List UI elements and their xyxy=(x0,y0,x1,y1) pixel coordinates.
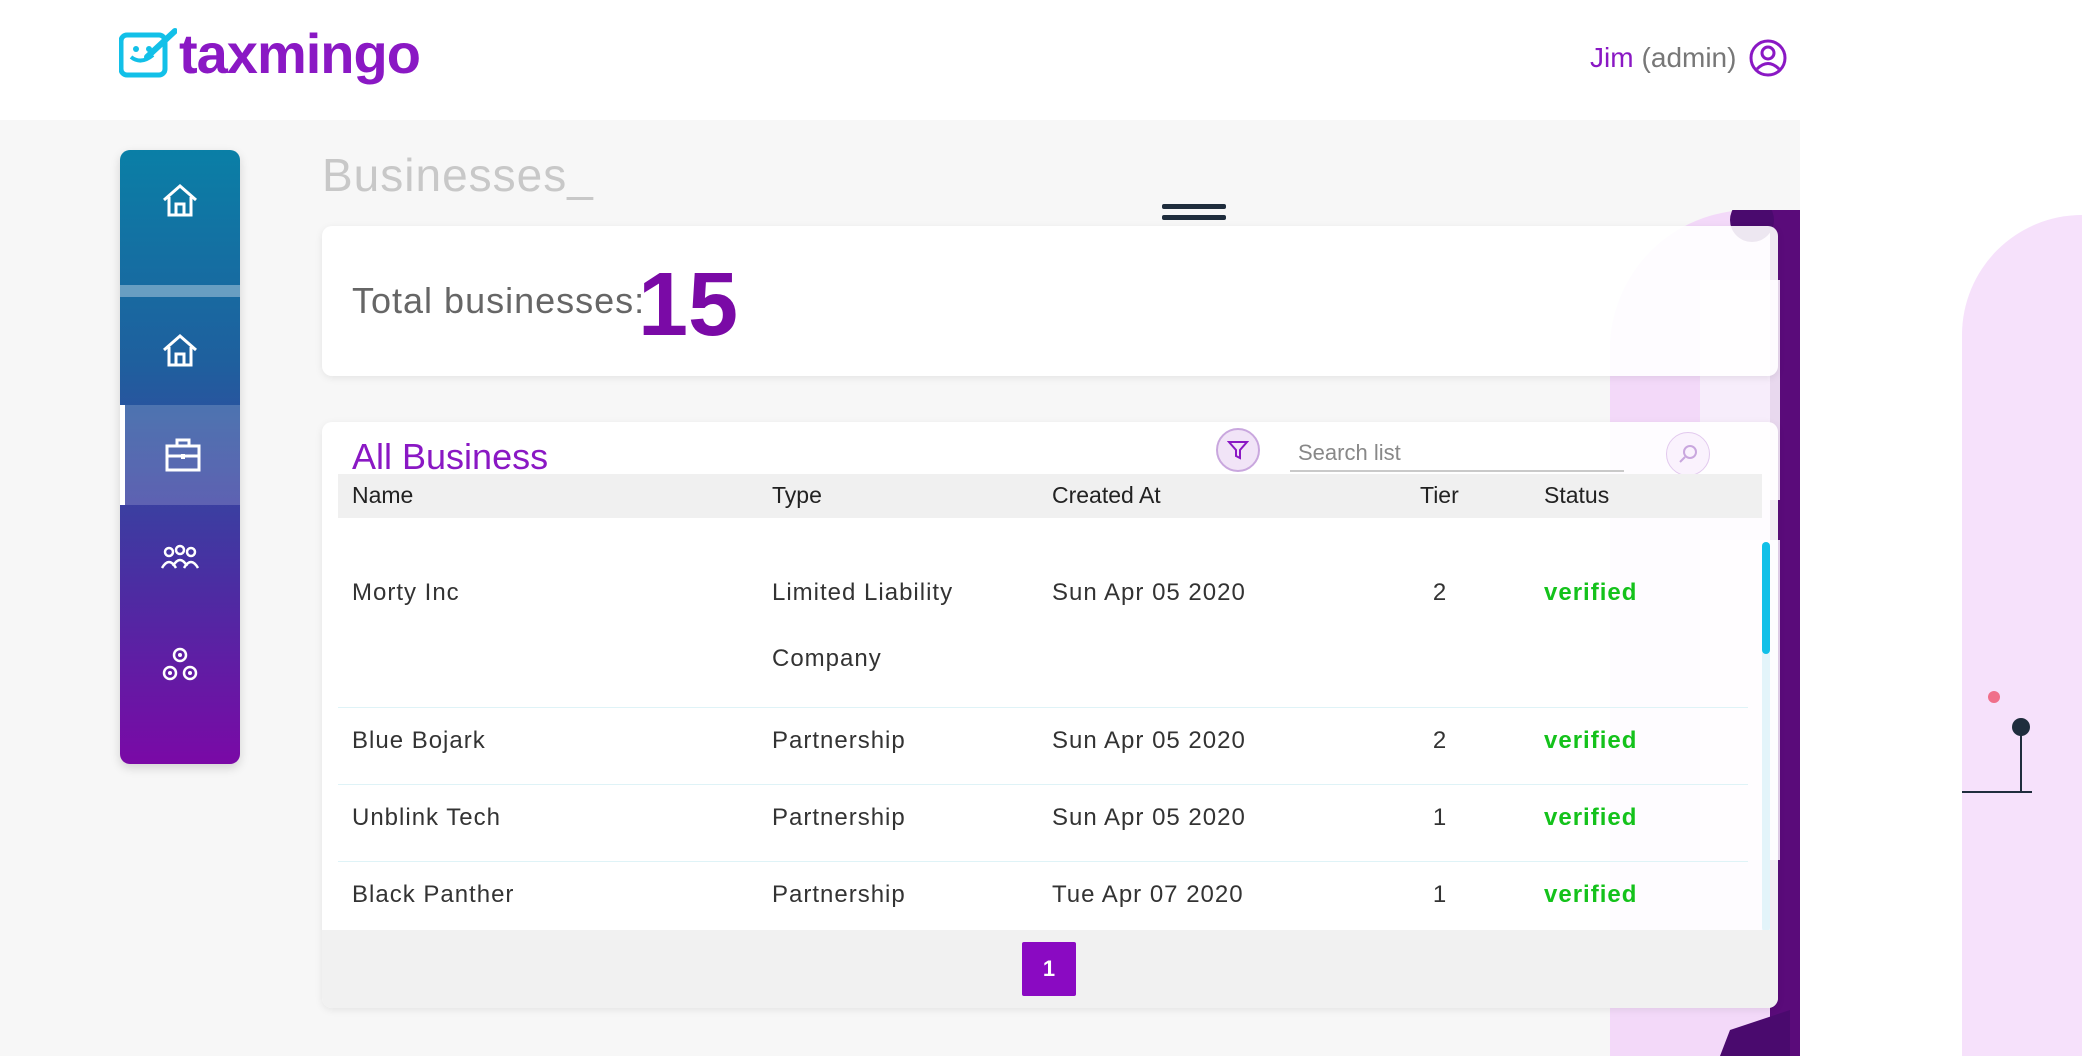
cell-type-continued: Company xyxy=(772,645,882,672)
status-badge: verified xyxy=(1544,804,1638,831)
cell-type: Partnership xyxy=(772,804,906,831)
table-header: Name Type Created At Tier Status xyxy=(338,474,1762,518)
page-title: Businesses_ xyxy=(322,149,594,201)
cell-name: Blue Bojark xyxy=(352,727,486,754)
column-name[interactable]: Name xyxy=(352,482,413,509)
table-row[interactable]: Unblink Tech Partnership Sun Apr 05 2020… xyxy=(338,785,1748,862)
status-badge: verified xyxy=(1544,881,1638,908)
column-created-at[interactable]: Created At xyxy=(1052,482,1161,509)
cell-name: Morty Inc xyxy=(352,579,460,606)
filter-button[interactable] xyxy=(1216,428,1260,472)
sidebar-item-home-2[interactable] xyxy=(120,300,240,400)
cell-name: Black Panther xyxy=(352,881,515,908)
cell-type: Partnership xyxy=(772,881,906,908)
cell-created-at: Sun Apr 05 2020 xyxy=(1052,579,1246,606)
search-button[interactable] xyxy=(1666,432,1710,476)
cell-created-at: Tue Apr 07 2020 xyxy=(1052,881,1244,908)
page-button-current[interactable]: 1 xyxy=(1022,942,1076,996)
top-header: taxmingo Jim (admin) xyxy=(0,0,2082,120)
plant-seed xyxy=(1988,691,2000,703)
sidebar-item-businesses[interactable] xyxy=(120,405,240,505)
logo-text: taxmingo xyxy=(179,22,421,85)
total-label: Total businesses: xyxy=(352,280,646,321)
column-tier[interactable]: Tier xyxy=(1420,482,1459,509)
home-icon xyxy=(163,334,197,367)
sidebar-divider xyxy=(120,285,240,297)
search-icon xyxy=(1679,445,1697,463)
column-type[interactable]: Type xyxy=(772,482,822,509)
sidebar-item-settings[interactable] xyxy=(120,615,240,715)
sidebar-nav xyxy=(120,150,240,764)
users-icon xyxy=(160,544,200,569)
briefcase-icon xyxy=(165,438,200,472)
cell-name: Unblink Tech xyxy=(352,804,501,831)
column-status[interactable]: Status xyxy=(1544,482,1609,509)
sidebar-item-home[interactable] xyxy=(120,150,240,250)
status-badge: verified xyxy=(1544,727,1638,754)
user-role: (admin) xyxy=(1641,42,1737,73)
table-body: Morty Inc Limited Liability Company Sun … xyxy=(338,518,1762,928)
list-scrollbar[interactable] xyxy=(1762,542,1770,932)
user-avatar-icon[interactable] xyxy=(1748,38,1788,78)
taxmingo-logo[interactable]: taxmingo xyxy=(118,22,421,85)
table-row[interactable]: Blue Bojark Partnership Sun Apr 05 2020 … xyxy=(338,708,1748,785)
logo-check-icon xyxy=(118,27,178,81)
total-count: 15 xyxy=(638,255,739,355)
pagination: 1 xyxy=(322,930,1778,1008)
total-businesses-card: Total businesses: 15 xyxy=(322,226,1778,376)
plant-flower xyxy=(2012,718,2030,736)
hamburger-icon[interactable] xyxy=(1162,204,1226,226)
list-title: All Business xyxy=(352,436,549,477)
business-list-card: All Business Name Type Created At Tier S… xyxy=(322,422,1778,1008)
gears-icon xyxy=(162,647,198,681)
search-input[interactable] xyxy=(1290,436,1624,472)
cell-tier: 1 xyxy=(1432,804,1448,831)
cell-type: Partnership xyxy=(772,727,906,754)
decorative-blob-right xyxy=(1962,215,2082,1056)
user-name: Jim xyxy=(1590,42,1634,73)
filter-icon xyxy=(1227,441,1249,460)
home-icon xyxy=(163,184,197,217)
cell-created-at: Sun Apr 05 2020 xyxy=(1052,804,1246,831)
status-badge: verified xyxy=(1544,579,1638,606)
user-menu[interactable]: Jim (admin) xyxy=(1590,38,1788,78)
cell-tier: 2 xyxy=(1432,727,1448,754)
table-row[interactable]: Black Panther Partnership Tue Apr 07 202… xyxy=(338,862,1748,928)
cell-tier: 1 xyxy=(1432,881,1448,908)
plant-stem xyxy=(2020,730,2022,792)
scrollbar-thumb[interactable] xyxy=(1762,542,1770,654)
cell-created-at: Sun Apr 05 2020 xyxy=(1052,727,1246,754)
cell-type: Limited Liability xyxy=(772,579,954,606)
table-row[interactable]: Morty Inc Limited Liability Company Sun … xyxy=(338,518,1748,708)
sidebar-item-users[interactable] xyxy=(120,510,240,610)
cell-tier: 2 xyxy=(1432,579,1448,606)
